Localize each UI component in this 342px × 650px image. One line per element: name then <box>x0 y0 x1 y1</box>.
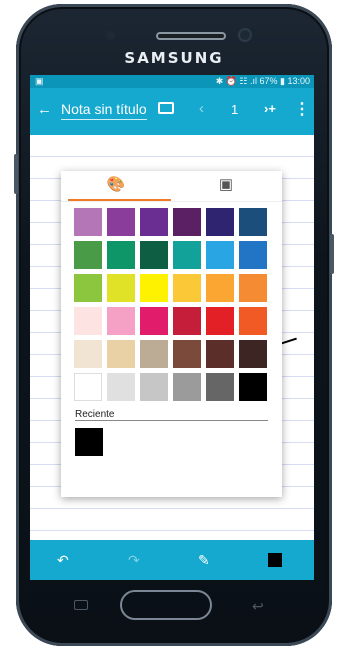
ink-stroke <box>281 337 297 345</box>
color-swatch[interactable] <box>239 373 267 401</box>
color-swatch[interactable] <box>173 373 201 401</box>
cast-icon[interactable] <box>158 102 174 114</box>
page-number: 1 <box>231 102 239 117</box>
color-swatch[interactable] <box>140 373 168 401</box>
color-swatch[interactable] <box>206 274 234 302</box>
color-swatch[interactable] <box>206 307 234 335</box>
screen: ▣ ✱ ⏰ ☷ .ıl 67% ▮ 13:00 ← Nota sin títul… <box>30 75 314 580</box>
sensor-icon <box>106 31 115 40</box>
note-title-field[interactable]: Nota sin título <box>61 101 147 120</box>
color-picker-popup: 🎨 ▣ Reciente <box>61 171 282 497</box>
color-swatch[interactable] <box>173 274 201 302</box>
color-swatch[interactable] <box>107 373 135 401</box>
color-swatch[interactable] <box>206 208 234 236</box>
tab-custom-color[interactable]: ▣ <box>171 171 281 201</box>
back-key-icon[interactable]: ↩ <box>252 598 264 615</box>
color-swatch[interactable] <box>173 241 201 269</box>
color-swatch[interactable] <box>206 241 234 269</box>
status-bar: ▣ ✱ ⏰ ☷ .ıl 67% ▮ 13:00 <box>30 75 314 88</box>
earpiece-speaker <box>156 32 226 40</box>
color-swatch[interactable] <box>173 307 201 335</box>
color-swatch[interactable] <box>74 274 102 302</box>
color-swatch[interactable] <box>107 241 135 269</box>
color-swatch[interactable] <box>107 274 135 302</box>
home-button[interactable] <box>120 590 212 620</box>
app-bar: ← Nota sin título ‹ 1 ›+ ⋮ <box>30 88 314 135</box>
color-swatch[interactable] <box>74 307 102 335</box>
color-swatch[interactable] <box>74 208 102 236</box>
color-swatch[interactable] <box>140 340 168 368</box>
brand-logo: SAMSUNG <box>124 49 224 67</box>
color-swatch[interactable] <box>206 340 234 368</box>
tab-palette[interactable]: 🎨 <box>61 171 171 201</box>
recent-label: Reciente <box>75 409 115 420</box>
recent-apps-icon[interactable] <box>74 600 88 610</box>
undo-icon[interactable]: ↶ <box>57 552 69 569</box>
color-swatch[interactable] <box>74 241 102 269</box>
back-arrow-icon[interactable]: ← <box>37 101 52 118</box>
current-color-button[interactable] <box>268 553 282 567</box>
color-swatch[interactable] <box>107 307 135 335</box>
status-indicators: ✱ ⏰ ☷ .ıl 67% ▮ 13:00 <box>215 76 310 86</box>
volume-button <box>14 154 18 194</box>
color-swatch[interactable] <box>140 241 168 269</box>
color-swatch[interactable] <box>239 274 267 302</box>
custom-color-icon: ▣ <box>218 176 234 193</box>
palette-icon: 🎨 <box>106 176 126 193</box>
color-swatch[interactable] <box>74 373 102 401</box>
color-swatch[interactable] <box>206 373 234 401</box>
bottom-toolbar: ↶ ↷ ✎ <box>30 540 314 580</box>
recent-color-swatch[interactable] <box>75 428 103 456</box>
color-swatch[interactable] <box>140 208 168 236</box>
color-swatch[interactable] <box>140 274 168 302</box>
color-swatch[interactable] <box>107 340 135 368</box>
recent-divider <box>75 420 268 421</box>
power-button <box>330 234 334 274</box>
color-swatch[interactable] <box>239 208 267 236</box>
notification-icon: ▣ <box>35 76 44 86</box>
front-camera-icon <box>238 28 252 42</box>
tab-divider <box>61 201 282 202</box>
color-swatch[interactable] <box>74 340 102 368</box>
color-swatch[interactable] <box>107 208 135 236</box>
more-options-icon[interactable]: ⋮ <box>294 99 310 119</box>
color-swatch[interactable] <box>239 340 267 368</box>
color-swatch[interactable] <box>239 307 267 335</box>
color-swatch[interactable] <box>140 307 168 335</box>
next-page-add-icon[interactable]: ›+ <box>264 101 276 116</box>
previous-page-icon[interactable]: ‹ <box>199 100 204 117</box>
pen-icon[interactable]: ✎ <box>198 552 210 569</box>
color-swatch[interactable] <box>239 241 267 269</box>
color-swatch[interactable] <box>173 208 201 236</box>
color-swatch[interactable] <box>173 340 201 368</box>
redo-icon[interactable]: ↷ <box>128 552 140 569</box>
